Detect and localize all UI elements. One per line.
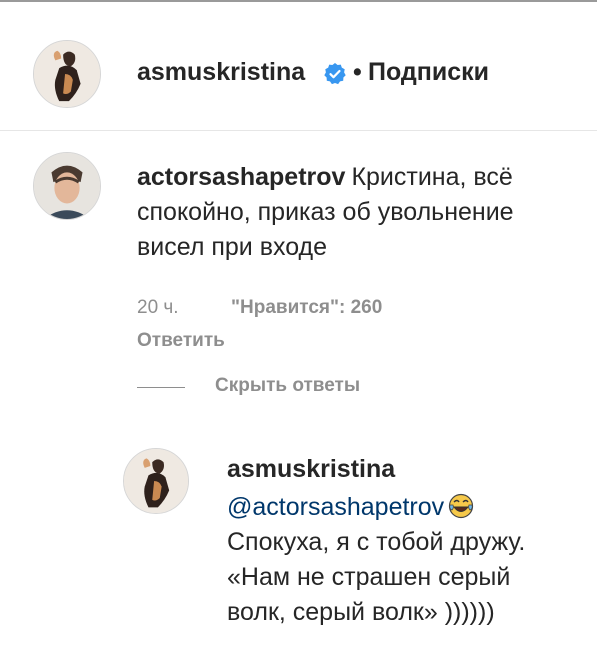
replies-line-divider — [137, 387, 185, 388]
reply-line-2: «Нам не страшен серый — [227, 563, 511, 591]
profile-photo-icon — [124, 449, 188, 513]
profile-photo-icon — [34, 41, 100, 107]
separator-dot: • — [353, 58, 362, 86]
header-avatar[interactable] — [33, 40, 101, 108]
profile-photo-icon — [34, 153, 100, 219]
header-divider — [0, 130, 597, 131]
mention-link[interactable]: @actorsashapetrov — [227, 493, 444, 521]
reply-line-1: Спокуха, я с тобой дружу. — [227, 528, 526, 556]
following-button[interactable]: Подписки — [368, 58, 489, 87]
comment-timestamp[interactable]: 20 ч. — [137, 297, 179, 319]
tears-of-joy-emoji-icon — [449, 493, 474, 519]
hide-replies-button[interactable]: Скрыть ответы — [215, 375, 360, 397]
reply-line-3: волк, серый волк» )))))) — [227, 598, 495, 626]
comment-text: actorsashapetrov Кристина, всё спокойно, … — [137, 160, 567, 265]
reply-username[interactable]: asmuskristina — [227, 455, 395, 484]
comment-avatar[interactable] — [33, 152, 101, 220]
comment-likes-count[interactable]: "Нравится": 260 — [231, 297, 382, 319]
reply-avatar[interactable] — [123, 448, 189, 514]
verified-badge-icon — [324, 63, 346, 85]
reply-body: @actorsashapetrov Спокуха, я с тобой дру… — [227, 490, 577, 630]
top-border — [0, 0, 597, 2]
reply-line-mention: @actorsashapetrov — [227, 490, 577, 525]
header-username[interactable]: asmuskristina — [137, 58, 305, 87]
reply-button[interactable]: Ответить — [137, 330, 225, 352]
comment-username[interactable]: actorsashapetrov — [137, 163, 345, 191]
